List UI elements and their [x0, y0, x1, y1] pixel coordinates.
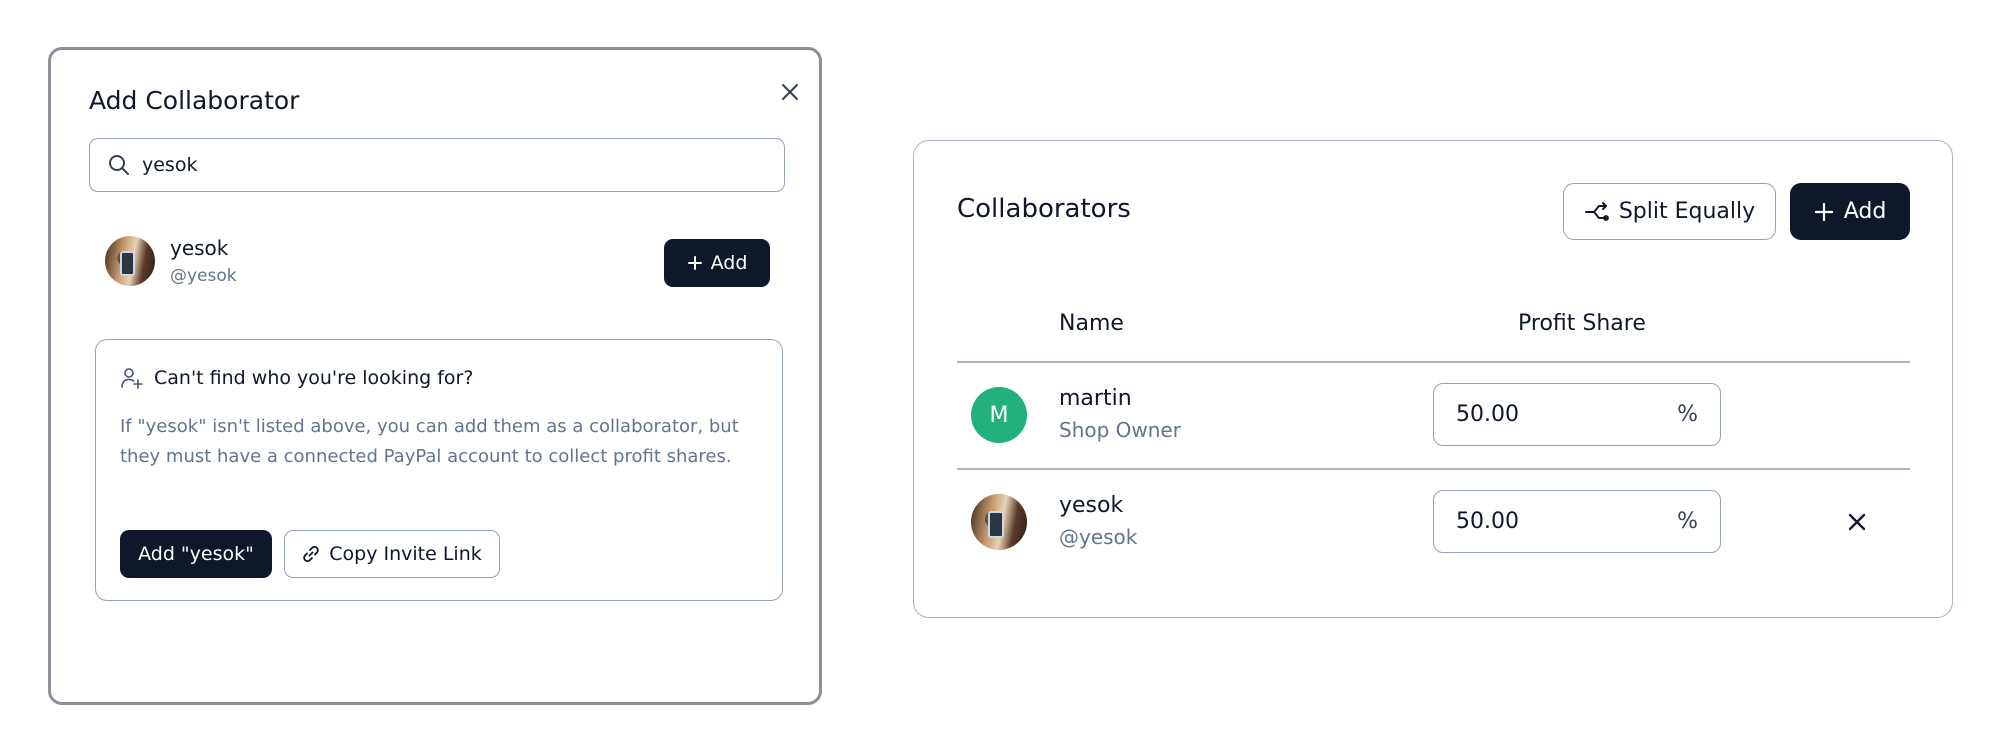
user-plus-icon: [121, 368, 143, 389]
result-handle: @yesok: [170, 266, 237, 286]
not-found-panel: Can't find who you're looking for? If "y…: [95, 339, 783, 601]
profit-share-input[interactable]: [1456, 402, 1656, 427]
add-result-button[interactable]: Add: [664, 239, 770, 287]
collaborator-handle: @yesok: [1059, 525, 1138, 549]
column-header-name: Name: [1059, 311, 1124, 336]
add-collaborator-button[interactable]: Add: [1790, 183, 1910, 240]
modal-title: Add Collaborator: [89, 86, 300, 115]
search-box[interactable]: [89, 138, 785, 192]
avatar: M: [971, 387, 1027, 443]
add-result-label: Add: [710, 252, 748, 274]
add-collaborator-label: Add: [1843, 199, 1887, 224]
close-button[interactable]: [773, 75, 807, 109]
remove-collaborator-button[interactable]: [1840, 505, 1874, 539]
plus-icon: [687, 256, 702, 270]
profit-share-field[interactable]: %: [1433, 383, 1721, 446]
collaborator-row: M martin Shop Owner %: [957, 362, 1910, 468]
percent-suffix: %: [1677, 402, 1698, 427]
add-collaborator-modal: Add Collaborator yesok @yesok Add: [48, 47, 822, 705]
profit-share-input[interactable]: [1456, 509, 1656, 534]
avatar: [971, 494, 1027, 550]
split-equally-button[interactable]: Split Equally: [1563, 183, 1776, 240]
add-by-name-button[interactable]: Add "yesok": [120, 530, 272, 578]
card-title: Collaborators: [957, 194, 1131, 224]
close-icon: [782, 84, 798, 100]
collaborator-name: martin: [1059, 386, 1132, 411]
remove-icon: [1848, 513, 1866, 531]
profit-share-field[interactable]: %: [1433, 490, 1721, 553]
plus-icon: [1814, 202, 1833, 221]
collaborator-row: yesok @yesok %: [957, 469, 1910, 575]
collaborator-name: yesok: [1059, 493, 1124, 518]
collaborators-card: Collaborators Split Equally Add Name Pro…: [913, 140, 1953, 618]
not-found-heading-row: Can't find who you're looking for?: [120, 366, 473, 390]
avatar: [105, 236, 155, 286]
collaborator-role: Shop Owner: [1059, 418, 1181, 442]
search-icon: [108, 153, 132, 177]
percent-suffix: %: [1677, 509, 1698, 534]
search-input[interactable]: [142, 154, 742, 176]
not-found-heading: Can't find who you're looking for?: [154, 367, 474, 389]
copy-invite-link-label: Copy Invite Link: [329, 543, 482, 565]
link-icon: [303, 546, 319, 562]
not-found-body: If "yesok" isn't listed above, you can a…: [120, 416, 739, 467]
copy-invite-link-button[interactable]: Copy Invite Link: [284, 530, 500, 578]
split-equally-label: Split Equally: [1618, 199, 1756, 224]
split-icon: [1584, 201, 1609, 221]
result-name: yesok: [170, 236, 229, 260]
column-header-profit-share: Profit Share: [1518, 311, 1646, 336]
